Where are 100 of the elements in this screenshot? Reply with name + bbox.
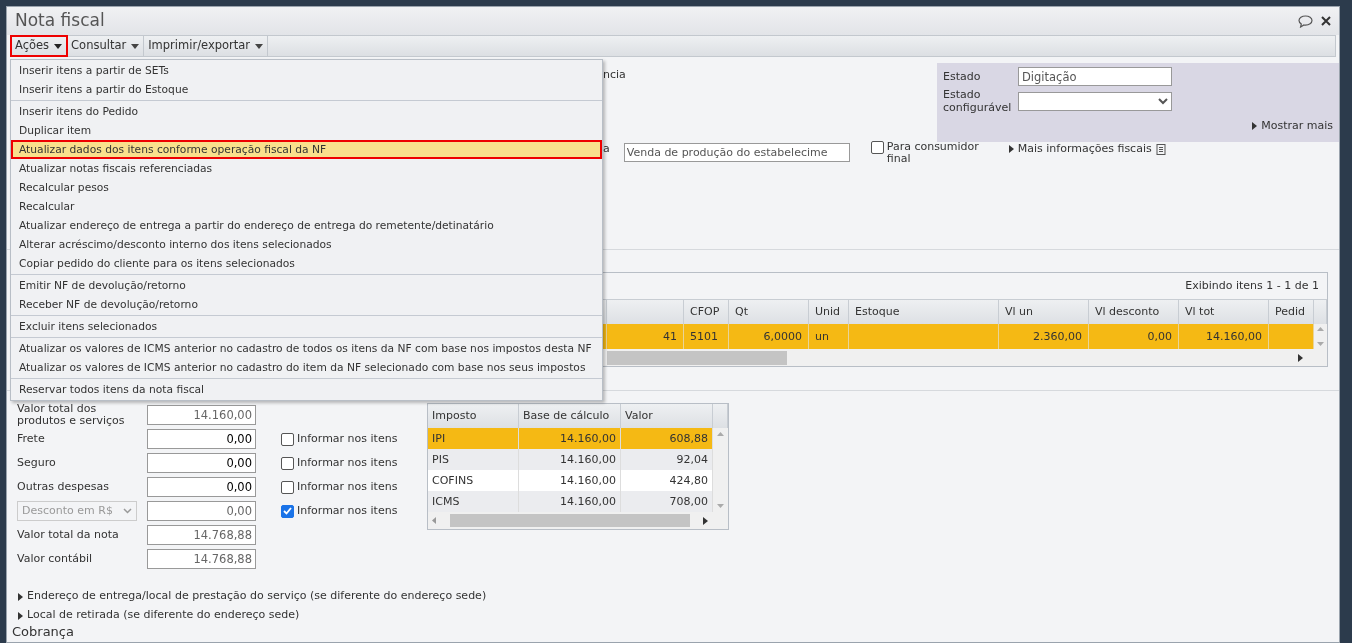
close-icon[interactable] xyxy=(1321,16,1331,26)
menu-button[interactable]: Consultar xyxy=(67,36,145,56)
show-more-link[interactable]: Mostrar mais xyxy=(1261,117,1333,134)
table-cell: PIS xyxy=(428,449,519,470)
table-cell: 0,00 xyxy=(1089,324,1179,349)
menu-item[interactable]: Receber NF de devolução/retorno xyxy=(11,295,602,314)
checkbox[interactable] xyxy=(281,432,294,446)
field-label: Estado xyxy=(943,70,982,83)
menu-item[interactable]: Inserir itens a partir do Estoque xyxy=(11,80,602,99)
table-cell: IPI xyxy=(428,428,519,449)
checkbox-label: Informar nos itens xyxy=(297,430,398,447)
value-field[interactable]: 0,00 xyxy=(147,429,256,449)
field-label: Valor contábil xyxy=(17,553,94,565)
menu-item[interactable]: Atualizar endereço de entrega a partir do endereço de entrega do remetente/detinatário xyxy=(11,216,602,235)
menu-item[interactable]: Alterar acréscimo/desconto interno dos itens selecionados xyxy=(11,235,602,254)
chevron-down-icon[interactable] xyxy=(123,508,132,514)
field-label: Outras despesas xyxy=(17,481,110,493)
table-cell: 92,04 xyxy=(621,449,713,470)
scrollbar[interactable] xyxy=(428,512,728,529)
menu-item[interactable]: Atualizar os valores de ICMS anterior no cadastro do item da NF selecionado com base nos seus impostos xyxy=(11,358,602,377)
caret-icon[interactable] xyxy=(131,43,140,49)
scrollbar-corner xyxy=(713,404,728,428)
section-title: Cobrança xyxy=(11,625,75,639)
table-cell: COFINS xyxy=(428,470,519,491)
status-field[interactable]: Digitação xyxy=(1018,67,1172,86)
value-field[interactable]: 0,00 xyxy=(147,477,256,497)
column-header[interactable]: Estoque xyxy=(849,299,999,324)
table-cell: 14.160,00 xyxy=(519,428,621,449)
value-field[interactable]: 14.768,88 xyxy=(147,525,256,545)
caret-icon[interactable] xyxy=(54,43,63,49)
checkbox-label: Informar nos itens xyxy=(297,454,398,471)
column-header[interactable]: CFOP xyxy=(684,299,729,324)
field-label: ncia xyxy=(603,67,626,83)
column-header[interactable]: Imposto xyxy=(428,404,519,428)
expand-arrow-icon[interactable] xyxy=(17,611,23,620)
scroll-right-icon[interactable] xyxy=(703,516,708,525)
value-field[interactable]: 14.160,00 xyxy=(147,405,256,425)
caret-icon[interactable] xyxy=(255,43,264,49)
section-toggle[interactable]: Local de retirada (se diferente do endereço sede) xyxy=(27,607,300,624)
column-header[interactable]: Vl desconto xyxy=(1089,299,1179,324)
document-icon[interactable] xyxy=(1155,143,1166,155)
value-field[interactable]: 0,00 xyxy=(147,501,256,521)
column-header[interactable]: Vl un xyxy=(999,299,1089,324)
value-field[interactable]: 0,00 xyxy=(147,453,256,473)
menu-item[interactable]: Atualizar dados dos itens conforme operação fiscal da NF xyxy=(11,140,602,159)
checkbox[interactable] xyxy=(281,504,294,518)
checkbox-label: Para consumidor final xyxy=(886,141,980,165)
expand-arrow-icon[interactable] xyxy=(1007,145,1014,154)
field-label: Seguro xyxy=(17,457,57,469)
section-toggle[interactable]: Endereço de entrega/local de prestação do serviço (se diferente do endereço sede) xyxy=(27,588,487,605)
table-cell: 708,00 xyxy=(621,491,713,512)
menu-item[interactable]: Excluir itens selecionados xyxy=(11,317,602,336)
field-label: Valor total dos produtos e serviços xyxy=(17,403,126,427)
checkbox[interactable] xyxy=(870,141,884,154)
checkbox-label: Informar nos itens xyxy=(297,502,398,519)
column-header[interactable]: Qt xyxy=(729,299,809,324)
table-cell: 14.160,00 xyxy=(519,470,621,491)
table-cell: un xyxy=(809,324,849,349)
column-header[interactable]: Vl tot xyxy=(1179,299,1269,324)
table-cell: 2.360,00 xyxy=(999,324,1089,349)
table-cell: 14.160,00 xyxy=(1179,324,1269,349)
expand-arrow-icon[interactable] xyxy=(17,592,23,601)
column-header[interactable]: Unid xyxy=(809,299,849,324)
column-header[interactable]: Base de cálculo xyxy=(519,404,621,428)
menu-item[interactable]: Atualizar os valores de ICMS anterior no cadastro de todos os itens da NF com base nos impostos desta NF xyxy=(11,339,602,358)
checkbox[interactable] xyxy=(281,456,294,470)
operation-field[interactable]: Venda de produção do estabelecime xyxy=(623,143,850,162)
menu-item[interactable]: Duplicar item xyxy=(11,121,602,140)
menu-item[interactable]: Inserir itens a partir de SETs xyxy=(11,61,602,80)
menu-item[interactable]: Copiar pedido do cliente para os itens selecionados xyxy=(11,254,602,273)
table-cell: 424,80 xyxy=(621,470,713,491)
field-label: Estado configurável xyxy=(943,88,1013,114)
field-label: Valor total da nota xyxy=(17,529,120,541)
table-cell: 5101 xyxy=(684,324,729,349)
checkbox-label: Informar nos itens xyxy=(297,478,398,495)
table-cell: 14.160,00 xyxy=(519,449,621,470)
column-header[interactable]: Valor xyxy=(621,404,713,428)
menu-item[interactable]: Inserir itens do Pedido xyxy=(11,102,602,121)
menu-item[interactable]: Recalcular xyxy=(11,197,602,216)
checkbox[interactable] xyxy=(281,480,294,494)
pager-text: Exibindo itens 1 - 1 de 1 xyxy=(1185,278,1319,294)
scroll-right-icon[interactable] xyxy=(1298,353,1303,362)
field-label: a xyxy=(603,141,610,157)
menu-button[interactable]: Imprimir/exportar xyxy=(144,36,269,56)
table-cell: 14.160,00 xyxy=(519,491,621,512)
menu-item[interactable]: Atualizar notas fiscais referenciadas xyxy=(11,159,602,178)
table-cell: ICMS xyxy=(428,491,519,512)
menu-item[interactable]: Emitir NF de devolução/retorno xyxy=(11,276,602,295)
menu-item[interactable]: Reservar todos itens da nota fiscal xyxy=(11,380,602,399)
menu-button[interactable]: Ações xyxy=(11,36,68,56)
column-header[interactable]: Pedid xyxy=(1269,299,1314,324)
table-cell: 6,0000 xyxy=(729,324,809,349)
value-field[interactable]: 14.768,88 xyxy=(147,549,256,569)
status-select[interactable] xyxy=(1018,91,1172,111)
more-info-link[interactable]: Mais informações fiscais xyxy=(1017,141,1152,158)
menu-item[interactable]: Recalcular pesos xyxy=(11,178,602,197)
window-title: Nota fiscal xyxy=(15,9,105,33)
field-label: Frete xyxy=(17,433,46,445)
expand-arrow-icon[interactable] xyxy=(1251,121,1258,130)
comment-icon[interactable] xyxy=(1298,14,1313,28)
